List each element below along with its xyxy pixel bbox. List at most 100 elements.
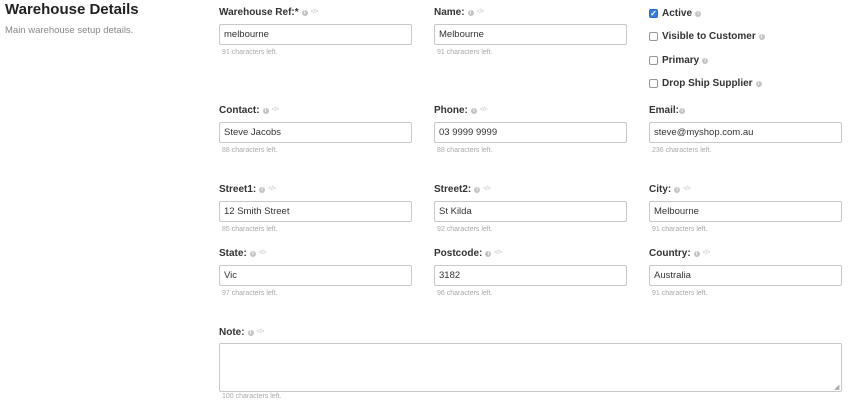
code-icon[interactable]: </> [272, 104, 280, 117]
note-textarea[interactable] [219, 343, 842, 392]
active-label: Active [662, 8, 693, 19]
info-icon[interactable]: i [259, 186, 266, 193]
contact-label-row: Contact: i </> [219, 104, 412, 117]
email-hint: 236 characters left. [652, 147, 712, 154]
name-field: Name: i </> 91 characters left. [434, 6, 627, 56]
country-field: Country: i </> 91 characters left. [649, 247, 842, 297]
street2-label-row: Street2: i </> [434, 183, 627, 196]
section-title: Warehouse Details [5, 1, 139, 18]
info-icon[interactable]: i [301, 9, 308, 16]
visible-to-customer-checkbox-row[interactable]: Visible to Customer i [649, 31, 768, 42]
info-icon[interactable]: i [702, 57, 709, 64]
info-icon[interactable]: i [467, 9, 474, 16]
city-label-row: City: i </> [649, 183, 842, 196]
state-hint: 97 characters left. [222, 290, 278, 297]
info-icon[interactable]: i [247, 329, 254, 336]
phone-label-row: Phone: i </> [434, 104, 627, 117]
street1-input[interactable] [219, 201, 412, 222]
code-icon[interactable]: </> [480, 104, 488, 117]
resize-handle-icon[interactable]: ◢ [834, 384, 849, 397]
contact-input[interactable] [219, 122, 412, 143]
city-input[interactable] [649, 201, 842, 222]
info-icon[interactable]: i [695, 10, 702, 17]
warehouse-ref-label: Warehouse Ref:* [219, 7, 299, 18]
checkmark-icon: ✓ [650, 8, 657, 18]
info-icon[interactable]: i [470, 107, 477, 114]
info-icon[interactable]: i [485, 250, 492, 257]
country-hint: 91 characters left. [652, 290, 708, 297]
code-icon[interactable]: </> [703, 247, 711, 260]
warehouse-ref-field: Warehouse Ref:* i </> 91 characters left… [219, 6, 412, 56]
visible-to-customer-checkbox[interactable] [649, 32, 658, 41]
country-label: Country: [649, 248, 691, 259]
code-icon[interactable]: </> [683, 183, 691, 196]
state-field: State: i </> 97 characters left. [219, 247, 412, 297]
drop-ship-supplier-checkbox[interactable] [649, 79, 658, 88]
contact-label: Contact: [219, 105, 260, 116]
name-label-row: Name: i </> [434, 6, 627, 19]
email-label-row: Email: i [649, 104, 842, 117]
code-icon[interactable]: </> [259, 247, 267, 260]
street1-label: Street1: [219, 184, 257, 195]
phone-field: Phone: i </> 88 characters left. [434, 104, 627, 154]
note-hint: 100 characters left. [222, 393, 282, 400]
name-label: Name: [434, 7, 465, 18]
warehouse-ref-hint: 91 characters left. [222, 49, 278, 56]
code-icon[interactable]: </> [483, 183, 491, 196]
street1-label-row: Street1: i </> [219, 183, 412, 196]
state-input[interactable] [219, 265, 412, 286]
email-label: Email: [649, 105, 680, 116]
warehouse-ref-input[interactable] [219, 24, 412, 45]
note-label: Note: [219, 327, 245, 338]
note-label-row: Note: i </> [219, 326, 412, 339]
code-icon[interactable]: </> [311, 6, 319, 19]
drop-ship-supplier-checkbox-row[interactable]: Drop Ship Supplier i [649, 78, 765, 89]
street1-field: Street1: i </> 85 characters left. [219, 183, 412, 233]
postcode-input[interactable] [434, 265, 627, 286]
contact-field: Contact: i </> 88 characters left. [219, 104, 412, 154]
info-icon[interactable]: i [674, 186, 681, 193]
name-input[interactable] [434, 24, 627, 45]
code-icon[interactable]: </> [257, 326, 265, 339]
visible-to-customer-label: Visible to Customer [662, 31, 756, 42]
email-field: Email: i 236 characters left. [649, 104, 842, 154]
postcode-hint: 96 characters left. [437, 290, 493, 297]
city-label: City: [649, 184, 672, 195]
state-label-row: State: i </> [219, 247, 412, 260]
street2-input[interactable] [434, 201, 627, 222]
primary-label: Primary [662, 55, 700, 66]
info-icon[interactable]: i [693, 250, 700, 257]
email-input[interactable] [649, 122, 842, 143]
street2-field: Street2: i </> 92 characters left. [434, 183, 627, 233]
postcode-label-row: Postcode: i </> [434, 247, 627, 260]
street1-hint: 85 characters left. [222, 226, 278, 233]
note-field: Note: i </> [219, 326, 412, 339]
active-checkbox-row[interactable]: ✓ Active i [649, 8, 704, 19]
drop-ship-supplier-label: Drop Ship Supplier [662, 78, 753, 89]
country-input[interactable] [649, 265, 842, 286]
primary-checkbox[interactable] [649, 56, 658, 65]
info-icon[interactable]: i [758, 33, 765, 40]
code-icon[interactable]: </> [477, 6, 485, 19]
contact-hint: 88 characters left. [222, 147, 278, 154]
postcode-field: Postcode: i </> 96 characters left. [434, 247, 627, 297]
info-icon[interactable]: i [679, 107, 686, 114]
city-hint: 91 characters left. [652, 226, 708, 233]
warehouse-ref-label-row: Warehouse Ref:* i </> [219, 6, 412, 19]
active-checkbox[interactable]: ✓ [649, 9, 658, 18]
city-field: City: i </> 91 characters left. [649, 183, 842, 233]
code-icon[interactable]: </> [268, 183, 276, 196]
phone-label: Phone: [434, 105, 468, 116]
phone-input[interactable] [434, 122, 627, 143]
state-label: State: [219, 248, 247, 259]
country-label-row: Country: i </> [649, 247, 842, 260]
info-icon[interactable]: i [474, 186, 481, 193]
primary-checkbox-row[interactable]: Primary i [649, 55, 711, 66]
code-icon[interactable]: </> [494, 247, 502, 260]
info-icon[interactable]: i [262, 107, 269, 114]
street2-hint: 92 characters left. [437, 226, 493, 233]
name-hint: 91 characters left. [437, 49, 493, 56]
info-icon[interactable]: i [755, 80, 762, 87]
info-icon[interactable]: i [249, 250, 256, 257]
street2-label: Street2: [434, 184, 472, 195]
